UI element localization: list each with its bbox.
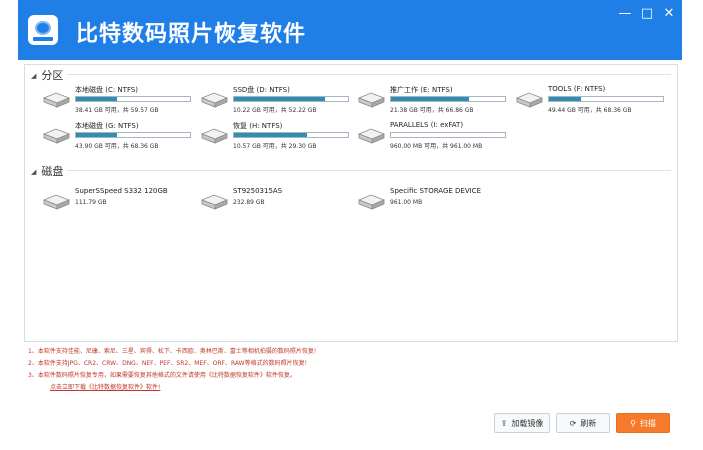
partition-item[interactable]: SSD盘 (D: NTFS) 10.22 GB 可用，共 52.22 GB	[199, 85, 349, 115]
disk-name: ST9250315AS	[233, 187, 283, 195]
section-divider	[67, 170, 671, 171]
hard-drive-icon	[356, 127, 386, 145]
disk-item[interactable]: SuperSSpeed S332 120GB 111.79 GB	[41, 187, 191, 217]
usage-bar-fill	[234, 97, 326, 101]
collapse-triangle-icon[interactable]: ◢	[31, 72, 36, 80]
app-window: 比特数码照片恢复软件 — □ ✕ ◢ 分区 本地磁盘 (C: NTFS) 38.41…	[18, 0, 682, 440]
usage-bar	[548, 96, 664, 102]
disk-item[interactable]: ST9250315AS 232.89 GB	[199, 187, 349, 217]
usage-bar	[75, 96, 191, 102]
partition-name: PARALLELS (I: exFAT)	[390, 121, 464, 129]
disk-item[interactable]: Specific STORAGE DEVICE 961.00 MB	[356, 187, 506, 217]
partition-item[interactable]: 恢复 (H: NTFS) 10.57 GB 可用，共 29.30 GB	[199, 121, 349, 151]
collapse-triangle-icon[interactable]: ◢	[31, 168, 36, 176]
disk-section-header[interactable]: ◢ 磁盘	[31, 163, 64, 178]
refresh-button[interactable]: ⟳ 刷新	[556, 413, 610, 433]
partition-name: 恢复 (H: NTFS)	[233, 122, 283, 130]
disk-size: 111.79 GB	[75, 199, 107, 206]
hard-drive-icon	[514, 91, 544, 109]
partition-size: 49.44 GB 可用，共 68.36 GB	[548, 107, 632, 114]
partition-item[interactable]: 本地磁盘 (G: NTFS) 43.90 GB 可用，共 68.36 GB	[41, 121, 191, 151]
partition-item[interactable]: 推广工作 (E: NTFS) 21.38 GB 可用，共 66.86 GB	[356, 85, 506, 115]
maximize-button[interactable]: □	[638, 6, 656, 21]
upload-icon: ⇪	[500, 419, 508, 428]
partition-size: 10.22 GB 可用，共 52.22 GB	[233, 107, 317, 114]
hard-drive-icon	[356, 193, 386, 211]
partition-section-label: 分区	[41, 69, 64, 82]
note-line: 1、本软件支持佳能、尼康、索尼、三星、宾得、松下、卡西欧、奥林巴斯、富士等相机拍…	[28, 348, 317, 355]
partition-item[interactable]: TOOLS (F: NTFS) 49.44 GB 可用，共 68.36 GB	[514, 85, 664, 115]
disk-section-label: 磁盘	[41, 165, 64, 178]
partition-size: 960.00 MB 可用，共 961.00 MB	[390, 143, 483, 150]
usage-bar	[390, 132, 506, 138]
hard-drive-icon	[199, 193, 229, 211]
partition-name: 本地磁盘 (C: NTFS)	[75, 86, 139, 94]
partition-size: 10.57 GB 可用，共 29.30 GB	[233, 143, 317, 150]
usage-bar	[233, 132, 349, 138]
hard-drive-icon	[41, 91, 71, 109]
usage-bar-fill	[76, 97, 118, 101]
usage-bar-fill	[391, 97, 469, 101]
hard-drive-icon	[199, 127, 229, 145]
disk-size: 232.89 GB	[233, 199, 265, 206]
partition-size: 38.41 GB 可用，共 59.57 GB	[75, 107, 159, 114]
load-image-button[interactable]: ⇪ 加载镜像	[494, 413, 550, 433]
note-line: 2、本软件支持JPG、CR2、CRW、DNG、NEF、PEF、SR2、MEF、O…	[28, 360, 308, 367]
notes-panel: 1、本软件支持佳能、尼康、索尼、三星、宾得、松下、卡西欧、奥林巴斯、富士等相机拍…	[28, 346, 316, 394]
download-link[interactable]: 点击立即下载《比特数据恢复软件》软件!	[50, 382, 316, 394]
usage-bar-fill	[549, 97, 581, 101]
scan-label: 扫描	[639, 419, 656, 428]
hard-drive-icon	[356, 91, 386, 109]
title-bar: 比特数码照片恢复软件 — □ ✕	[18, 0, 682, 60]
usage-bar-fill	[234, 133, 307, 137]
partition-item[interactable]: 本地磁盘 (C: NTFS) 38.41 GB 可用，共 59.57 GB	[41, 85, 191, 115]
hard-drive-icon	[41, 127, 71, 145]
partition-name: TOOLS (F: NTFS)	[548, 85, 606, 93]
partition-name: 推广工作 (E: NTFS)	[390, 86, 453, 94]
search-icon: ⚲	[630, 419, 636, 428]
disk-size: 961.00 MB	[390, 199, 423, 206]
scan-button[interactable]: ⚲ 扫描	[616, 413, 670, 433]
partition-item[interactable]: PARALLELS (I: exFAT) 960.00 MB 可用，共 961.0…	[356, 121, 506, 151]
usage-bar-fill	[76, 133, 118, 137]
usage-bar	[390, 96, 506, 102]
disk-name: SuperSSpeed S332 120GB	[75, 187, 168, 195]
partition-section-header[interactable]: ◢ 分区	[31, 67, 64, 82]
partition-name: SSD盘 (D: NTFS)	[233, 86, 290, 94]
partition-size: 21.38 GB 可用，共 66.86 GB	[390, 107, 474, 114]
app-title: 比特数码照片恢复软件	[76, 22, 307, 47]
minimize-button[interactable]: —	[616, 6, 634, 21]
usage-bar	[75, 132, 191, 138]
hard-drive-icon	[199, 91, 229, 109]
refresh-label: 刷新	[580, 419, 597, 428]
note-line: 3、本软件数码照片恢复专用，如果需要恢复其他格式的文件请使用《比特数据恢复软件》…	[28, 372, 296, 379]
section-divider	[67, 74, 671, 75]
camera-logo-icon	[28, 15, 58, 45]
disk-name: Specific STORAGE DEVICE	[390, 187, 481, 195]
usage-bar	[233, 96, 349, 102]
close-button[interactable]: ✕	[660, 6, 678, 21]
hard-drive-icon	[41, 193, 71, 211]
drive-list-panel: ◢ 分区 本地磁盘 (C: NTFS) 38.41 GB 可用，共 59.57 GB…	[24, 64, 678, 342]
refresh-icon: ⟳	[569, 419, 577, 428]
partition-size: 43.90 GB 可用，共 68.36 GB	[75, 143, 159, 150]
partition-name: 本地磁盘 (G: NTFS)	[75, 122, 139, 130]
load-image-label: 加载镜像	[511, 419, 544, 428]
